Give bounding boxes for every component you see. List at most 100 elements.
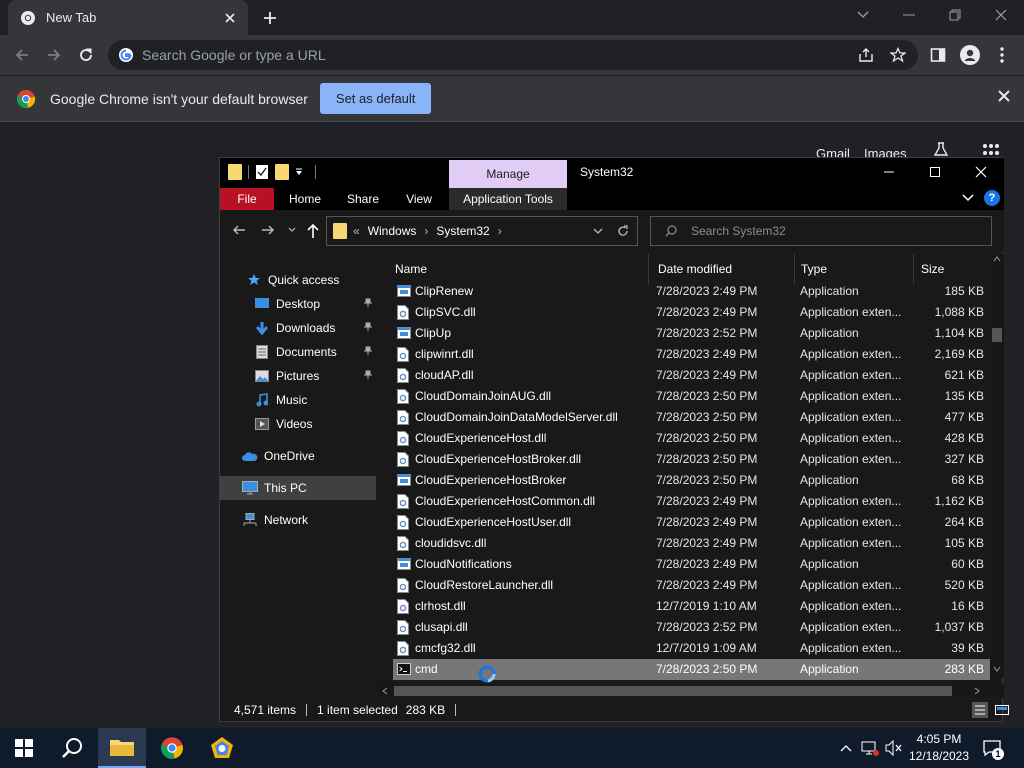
explorer-minimize-icon[interactable] <box>866 158 912 186</box>
file-row[interactable]: clrhost.dll 12/7/2019 1:10 AM Application … <box>393 596 990 617</box>
file-row[interactable]: CloudExperienceHostUser.dll 7/28/2023 2:4… <box>393 512 990 533</box>
explorer-close-icon[interactable] <box>958 158 1004 186</box>
tab-search-icon[interactable] <box>840 0 886 30</box>
nav-pictures[interactable]: Pictures <box>220 364 376 388</box>
nav-quick-access[interactable]: Quick access <box>220 268 376 292</box>
address-bar[interactable]: « Windows › System32 › <box>326 216 638 246</box>
tab-new-tab[interactable]: New Tab <box>8 0 248 35</box>
up-arrow-icon[interactable] <box>306 223 320 239</box>
app-pentagon-taskbar-icon[interactable] <box>198 728 246 768</box>
search-box[interactable]: Search System32 <box>650 216 992 246</box>
forward-arrow-icon[interactable] <box>261 223 275 237</box>
ribbon-tab-file[interactable]: File <box>220 188 274 210</box>
share-icon[interactable] <box>852 41 880 69</box>
column-name[interactable]: Name <box>395 254 649 284</box>
breadcrumb-chevron-icon[interactable]: › <box>498 224 502 238</box>
infobar-close-icon[interactable] <box>998 90 1010 102</box>
pin-icon[interactable] <box>362 346 372 356</box>
file-row[interactable]: ClipSVC.dll 7/28/2023 2:49 PM Application … <box>393 302 990 323</box>
file-row[interactable]: CloudExperienceHostCommon.dll 7/28/2023 2… <box>393 491 990 512</box>
file-row[interactable]: CloudExperienceHost.dll 7/28/2023 2:50 PM… <box>393 428 990 449</box>
nav-music[interactable]: Music <box>220 388 376 412</box>
pin-icon[interactable] <box>362 298 372 308</box>
manage-context-tab[interactable]: Manage <box>449 160 567 188</box>
new-folder-icon[interactable] <box>275 164 289 180</box>
minimize-icon[interactable] <box>886 0 932 30</box>
profile-avatar-icon[interactable] <box>956 41 984 69</box>
notification-center-icon[interactable]: 1 <box>982 738 1004 760</box>
file-row[interactable]: CloudExperienceHostBroker 7/28/2023 2:50 … <box>393 470 990 491</box>
file-row[interactable]: cloudAP.dll 7/28/2023 2:49 PM Application … <box>393 365 990 386</box>
horizontal-scrollbar[interactable] <box>378 684 1004 698</box>
nav-downloads[interactable]: Downloads <box>220 316 376 340</box>
nav-network[interactable]: Network <box>220 508 376 532</box>
customize-qat-icon[interactable] <box>295 168 303 176</box>
labs-flask-icon[interactable] <box>934 142 948 156</box>
file-row[interactable]: ClipRenew 7/28/2023 2:49 PM Application 185… <box>393 281 990 302</box>
apps-grid-icon[interactable] <box>982 144 1000 156</box>
chrome-menu-icon[interactable] <box>988 41 1016 69</box>
breadcrumb-system32[interactable]: System32 <box>436 224 489 238</box>
explorer-maximize-icon[interactable] <box>912 158 958 186</box>
breadcrumb-windows[interactable]: Windows <box>368 224 417 238</box>
nav-onedrive[interactable]: OneDrive <box>220 444 376 468</box>
pin-icon[interactable] <box>362 322 372 332</box>
scroll-up-icon[interactable] <box>993 256 1001 262</box>
pin-icon[interactable] <box>362 370 372 380</box>
network-tray-icon[interactable] <box>860 738 880 758</box>
ribbon-tab-share[interactable]: Share <box>338 188 388 210</box>
ribbon-tab-application-tools[interactable]: Application Tools <box>449 188 567 210</box>
file-row[interactable]: CloudDomainJoinAUG.dll 7/28/2023 2:50 PM A… <box>393 386 990 407</box>
back-arrow-icon[interactable] <box>232 223 246 237</box>
side-panel-icon[interactable] <box>924 41 952 69</box>
column-size[interactable]: Size <box>921 254 990 284</box>
hscroll-thumb[interactable] <box>394 686 952 696</box>
file-row[interactable]: cmcfg32.dll 12/7/2019 1:09 AM Application … <box>393 638 990 659</box>
vertical-scrollbar[interactable] <box>990 254 1004 678</box>
file-explorer-taskbar-icon[interactable] <box>98 728 146 768</box>
file-row[interactable]: CloudDomainJoinDataModelServer.dll 7/28/2… <box>393 407 990 428</box>
file-row[interactable]: CloudExperienceHostBroker.dll 7/28/2023 2… <box>393 449 990 470</box>
scroll-thumb[interactable] <box>992 328 1002 342</box>
omnibox-input[interactable] <box>142 47 842 63</box>
system-clock[interactable]: 4:05 PM 12/18/2023 <box>906 731 972 765</box>
expand-ribbon-icon[interactable] <box>962 194 974 202</box>
details-view-icon[interactable] <box>972 702 988 718</box>
close-window-icon[interactable] <box>978 0 1024 30</box>
breadcrumb-overflow[interactable]: « <box>353 224 360 238</box>
column-type[interactable]: Type <box>801 254 914 284</box>
start-button[interactable] <box>0 728 48 768</box>
scroll-right-icon[interactable] <box>974 687 980 695</box>
nav-this-pc[interactable]: This PC <box>220 476 376 500</box>
close-tab-icon[interactable] <box>220 8 240 28</box>
properties-icon[interactable] <box>255 164 269 180</box>
bookmark-star-icon[interactable] <box>884 41 912 69</box>
breadcrumb-chevron-icon[interactable]: › <box>424 224 428 238</box>
omnibox[interactable] <box>108 40 918 70</box>
taskbar-search-icon[interactable] <box>48 728 96 768</box>
help-icon[interactable]: ? <box>984 190 1000 206</box>
large-icons-view-icon[interactable] <box>994 702 1010 718</box>
ribbon-tab-home[interactable]: Home <box>280 188 330 210</box>
address-history-icon[interactable] <box>593 228 603 234</box>
file-row[interactable]: clipwinrt.dll 7/28/2023 2:49 PM Applicatio… <box>393 344 990 365</box>
nav-desktop[interactable]: Desktop <box>220 292 376 316</box>
nav-documents[interactable]: Documents <box>220 340 376 364</box>
recent-locations-icon[interactable] <box>288 227 296 233</box>
nav-videos[interactable]: Videos <box>220 412 376 436</box>
chrome-taskbar-icon[interactable] <box>148 728 196 768</box>
scroll-down-icon[interactable] <box>993 666 1001 672</box>
back-icon[interactable] <box>8 41 36 69</box>
volume-muted-icon[interactable] <box>884 738 904 758</box>
new-tab-button[interactable] <box>258 6 282 30</box>
file-row[interactable]: CloudRestoreLauncher.dll 7/28/2023 2:49 P… <box>393 575 990 596</box>
file-row[interactable]: CloudNotifications 7/28/2023 2:49 PM Appli… <box>393 554 990 575</box>
scroll-left-icon[interactable] <box>382 687 388 695</box>
column-date-modified[interactable]: Date modified <box>656 254 795 284</box>
restore-icon[interactable] <box>932 0 978 30</box>
reload-icon[interactable] <box>72 41 100 69</box>
file-row[interactable]: clusapi.dll 7/28/2023 2:52 PM Application … <box>393 617 990 638</box>
set-as-default-button[interactable]: Set as default <box>319 83 432 114</box>
ribbon-tab-view[interactable]: View <box>396 188 442 210</box>
file-row[interactable]: cloudidsvc.dll 7/28/2023 2:49 PM Applicati… <box>393 533 990 554</box>
